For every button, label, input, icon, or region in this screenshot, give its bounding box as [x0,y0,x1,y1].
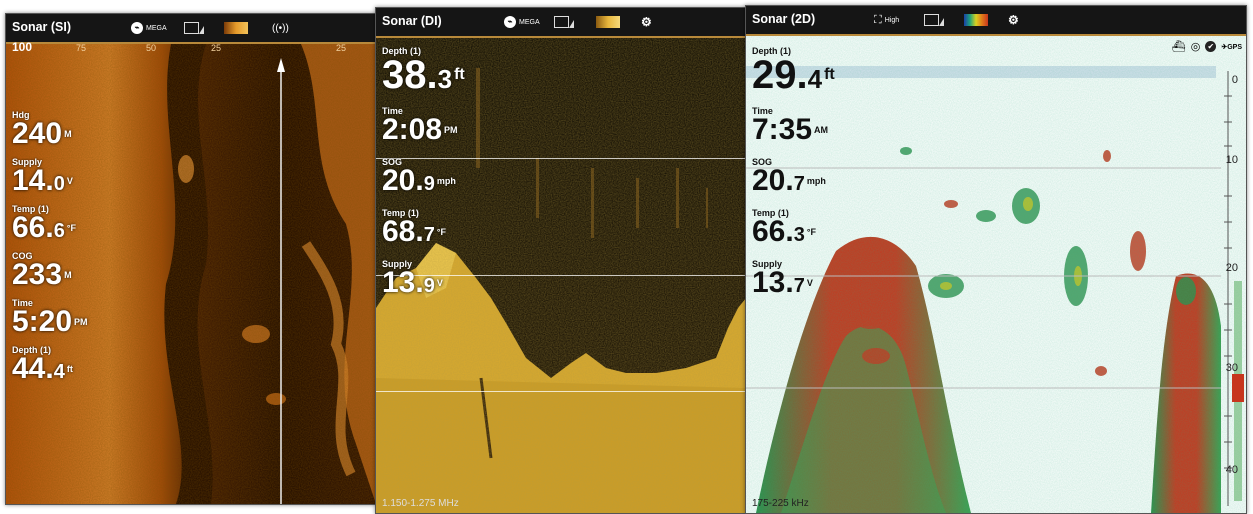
di-data-overlays: Depth (1) 38.3 ft Time 2:08 PM SOG 20.9 mph… [382,46,465,300]
depth-scale-label: 10 [1225,154,1238,166]
si-range-tick: 25 [211,43,222,53]
di-titlebar: Sonar (DI) ⌁ MEGA ⚙ [376,8,746,38]
d2-titlebar: Sonar (2D) ⛶ High ⚙ [746,6,1246,36]
palette-icon[interactable] [224,21,248,35]
depth-scale-label: 20 [1225,262,1238,274]
fish-high-icon[interactable]: ⛶ High [874,13,899,27]
gear-search-icon[interactable]: ⚙ [1008,13,1019,27]
palette-icon[interactable] [596,15,620,29]
screen-adjust-icon[interactable] [184,21,204,35]
sonar-si-panel[interactable]: Sonar (SI) ⌁ MEGA ((•)) 100 75 50 25 25 … [5,13,377,505]
overlay-depth[interactable]: Depth (1) 29.4 ft [752,46,835,98]
overlay-cog[interactable]: COG 233 M [12,251,88,292]
overlay-sog[interactable]: SOG 20.7 mph [752,157,835,198]
gear-search-icon[interactable]: ⚙ [641,15,652,29]
sonar-ping-icon[interactable]: ((•)) [272,21,289,35]
si-range-tick: 75 [76,43,87,53]
sonar-2d-panel[interactable]: Sonar (2D) ⛶ High ⚙ ⛴ ◎ ✔ ✈GPS 0 10 20 3… [745,5,1247,514]
overlay-depth[interactable]: Depth (1) 38.3 ft [382,46,465,98]
d2-status-icons: ⛴ ◎ ✔ ✈GPS [1172,40,1242,53]
target-icon: ◎ [1190,41,1201,53]
gps-icon: ✈GPS [1221,43,1242,51]
sonar-mega-icon[interactable]: ⌁ MEGA [131,21,167,35]
overlay-time[interactable]: Time 7:35 AM [752,106,835,147]
screen-adjust-icon[interactable] [924,13,944,27]
depth-scale-label: 30 [1225,362,1238,374]
si-panel-title: Sonar (SI) [12,20,72,34]
si-range-tick: 50 [146,43,157,53]
sonar-di-panel[interactable]: Sonar (DI) ⌁ MEGA ⚙ Depth (1) 38.3 ft Ti… [375,7,747,514]
boat-icon: ⛴ [1171,41,1186,53]
overlay-time[interactable]: Time 2:08 PM [382,106,465,147]
check-icon: ✔ [1205,41,1217,52]
d2-panel-title: Sonar (2D) [752,12,816,26]
overlay-sog[interactable]: SOG 20.9 mph [382,157,465,198]
overlay-time[interactable]: Time 5:20 PM [12,298,88,339]
d2-frequency: 175-225 kHz [752,498,809,509]
overlay-temperature[interactable]: Temp (1) 66.3 °F [752,208,835,249]
si-data-overlays: Hdg 240 M Supply 14.0 V Temp (1) 66.6 °F CO… [12,110,88,386]
overlay-temperature[interactable]: Temp (1) 68.7 °F [382,208,465,249]
si-titlebar: Sonar (SI) ⌁ MEGA ((•)) [6,14,376,44]
d2-data-overlays: Depth (1) 29.4 ft Time 7:35 AM SOG 20.7 mph… [752,46,835,300]
di-frequency: 1.150-1.275 MHz [382,498,459,509]
depth-scale-label: 40 [1225,464,1238,476]
si-range-left: 100 [12,40,33,54]
overlay-heading[interactable]: Hdg 240 M [12,110,88,151]
overlay-depth[interactable]: Depth (1) 44.4 ft [12,345,88,386]
depth-scale-label: 0 [1231,74,1238,86]
si-range-tick: 25 [336,43,347,53]
di-panel-title: Sonar (DI) [382,14,442,28]
screen-adjust-icon[interactable] [554,15,574,29]
overlay-supply[interactable]: Supply 14.0 V [12,157,88,198]
overlay-temperature[interactable]: Temp (1) 66.6 °F [12,204,88,245]
overlay-supply[interactable]: Supply 13.7 V [752,259,835,300]
di-depth-line [376,391,746,392]
overlay-supply[interactable]: Supply 13.9 V [382,259,465,300]
sonar-mega-icon[interactable]: ⌁ MEGA [504,15,540,29]
palette-icon[interactable] [964,13,988,27]
